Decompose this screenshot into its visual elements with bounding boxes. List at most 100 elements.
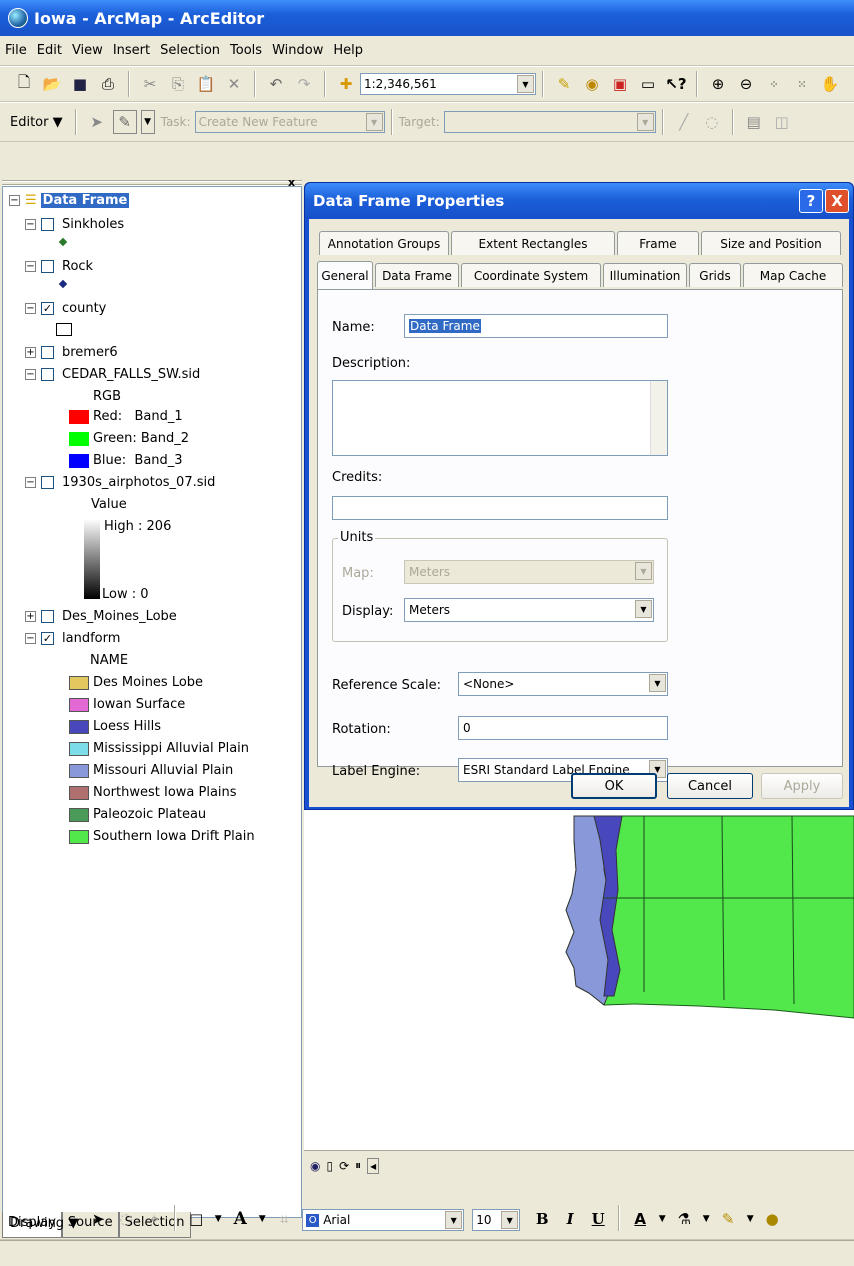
- command-line-icon[interactable]: ▭: [636, 72, 660, 96]
- collapse-icon[interactable]: −: [25, 633, 36, 644]
- collapse-icon[interactable]: −: [25, 219, 36, 230]
- cut-icon[interactable]: ✂: [138, 72, 162, 96]
- bold-button[interactable]: B: [530, 1207, 554, 1231]
- italic-button[interactable]: I: [558, 1207, 582, 1231]
- data-frame-label[interactable]: Data Frame: [40, 193, 130, 208]
- menu-help[interactable]: Help: [328, 43, 368, 58]
- refresh-icon[interactable]: ⟳: [339, 1159, 349, 1173]
- menu-selection[interactable]: Selection: [155, 43, 225, 58]
- chevron-down-icon[interactable]: ▼: [256, 1207, 268, 1231]
- reference-scale-combo[interactable]: <None> ▼: [458, 672, 668, 696]
- chevron-down-icon[interactable]: ▼: [517, 75, 534, 93]
- collapse-icon[interactable]: −: [25, 369, 36, 380]
- new-document-icon[interactable]: 🗋: [12, 72, 36, 96]
- layout-view-icon[interactable]: ▯: [326, 1159, 333, 1173]
- marker-color-icon[interactable]: ●: [760, 1207, 784, 1231]
- fixed-zoom-in-icon[interactable]: ⁘: [762, 72, 786, 96]
- tab-grids[interactable]: Grids: [689, 263, 741, 287]
- tab-size-and-position[interactable]: Size and Position: [701, 231, 841, 255]
- fill-color-icon[interactable]: ⚗: [672, 1207, 696, 1231]
- display-units-combo[interactable]: Meters ▼: [404, 598, 654, 622]
- layer-checkbox-checked[interactable]: ✓: [41, 632, 54, 645]
- scroll-left-icon[interactable]: ◂: [367, 1157, 380, 1174]
- font-size-combo[interactable]: 10 ▼: [472, 1209, 521, 1231]
- layer-row[interactable]: − CEDAR_FALLS_SW.sid: [25, 367, 200, 382]
- menu-insert[interactable]: Insert: [108, 43, 155, 58]
- layer-row[interactable]: + Des_Moines_Lobe: [25, 609, 177, 624]
- help-icon[interactable]: ?: [799, 189, 823, 213]
- tab-annotation-groups[interactable]: Annotation Groups: [319, 231, 449, 255]
- save-icon[interactable]: ■: [68, 72, 92, 96]
- description-field[interactable]: [332, 380, 668, 456]
- layer-checkbox[interactable]: [41, 260, 54, 273]
- sketch-properties-icon[interactable]: ◫: [770, 110, 794, 134]
- arccatalog-icon[interactable]: ◉: [580, 72, 604, 96]
- chevron-down-icon[interactable]: ▼: [649, 674, 666, 692]
- underline-button[interactable]: U: [586, 1207, 610, 1231]
- chevron-down-icon[interactable]: ▼: [636, 113, 654, 131]
- editor-menu[interactable]: Editor ▼: [10, 115, 63, 130]
- zoom-to-selected-icon[interactable]: ⌖: [142, 1207, 166, 1231]
- menu-tools[interactable]: Tools: [225, 43, 267, 58]
- map-units-combo[interactable]: Meters ▼: [404, 560, 654, 584]
- tab-frame[interactable]: Frame: [617, 231, 699, 255]
- select-elements-icon[interactable]: ➤: [86, 1207, 110, 1231]
- data-view-icon[interactable]: ◉: [310, 1159, 320, 1173]
- layer-row[interactable]: − ✓ county: [25, 301, 106, 316]
- layer-checkbox[interactable]: [41, 610, 54, 623]
- expand-icon[interactable]: +: [25, 611, 36, 622]
- rotate-tool-icon[interactable]: ◌: [700, 110, 724, 134]
- name-field[interactable]: Data Frame: [404, 314, 668, 338]
- add-data-icon[interactable]: ✚: [334, 72, 358, 96]
- undo-icon[interactable]: ↶: [264, 72, 288, 96]
- tab-coordinate-system[interactable]: Coordinate System: [461, 263, 601, 287]
- menu-edit[interactable]: Edit: [32, 43, 67, 58]
- description-scrollbar[interactable]: [650, 381, 667, 455]
- font-combo[interactable]: O Arial ▼: [302, 1209, 465, 1231]
- paste-icon[interactable]: 📋: [194, 72, 218, 96]
- chevron-down-icon[interactable]: ▼: [656, 1207, 668, 1231]
- tab-illumination[interactable]: Illumination: [603, 263, 687, 287]
- ok-button[interactable]: OK: [571, 773, 657, 799]
- collapse-icon[interactable]: −: [25, 477, 36, 488]
- menu-file[interactable]: File: [0, 43, 32, 58]
- tab-data-frame[interactable]: Data Frame: [375, 263, 459, 287]
- chevron-down-icon[interactable]: ▼: [635, 600, 652, 618]
- credits-field[interactable]: [332, 496, 668, 520]
- map-scale-combo[interactable]: 1:2,346,561 ▼: [360, 73, 536, 95]
- layer-row[interactable]: − Sinkholes: [25, 217, 124, 232]
- collapse-icon[interactable]: −: [25, 261, 36, 272]
- zoom-out-icon[interactable]: ⊖: [734, 72, 758, 96]
- editor-toolbar-icon[interactable]: ✎: [552, 72, 576, 96]
- sketch-tool-icon[interactable]: ✎: [112, 110, 137, 134]
- tab-map-cache[interactable]: Map Cache: [743, 263, 843, 287]
- pan-icon[interactable]: ✋: [818, 72, 842, 96]
- tab-general[interactable]: General: [317, 261, 373, 289]
- layer-checkbox[interactable]: [41, 218, 54, 231]
- text-icon[interactable]: A: [228, 1207, 252, 1231]
- layer-row[interactable]: − Rock: [25, 259, 93, 274]
- menu-view[interactable]: View: [67, 43, 108, 58]
- edit-tool-icon[interactable]: ➤: [85, 110, 109, 134]
- map-display[interactable]: [304, 810, 854, 1150]
- toc-grip[interactable]: [2, 178, 302, 186]
- whats-this-icon[interactable]: ↖?: [664, 72, 688, 96]
- layer-checkbox[interactable]: [41, 476, 54, 489]
- open-folder-icon[interactable]: 📂: [40, 72, 64, 96]
- expand-icon[interactable]: +: [25, 347, 36, 358]
- data-frame-row[interactable]: − ☰ Data Frame: [9, 193, 130, 208]
- task-combo[interactable]: Create New Feature ▼: [194, 111, 385, 133]
- line-color-icon[interactable]: ✎: [716, 1207, 740, 1231]
- layer-checkbox[interactable]: [41, 346, 54, 359]
- copy-icon[interactable]: ⎘: [166, 72, 190, 96]
- rotate-icon[interactable]: ◌: [114, 1207, 138, 1231]
- chevron-down-icon[interactable]: ▼: [140, 110, 155, 134]
- cancel-button[interactable]: Cancel: [667, 773, 753, 799]
- chevron-down-icon[interactable]: ▼: [445, 1211, 463, 1229]
- target-combo[interactable]: ▼: [443, 111, 656, 133]
- chevron-down-icon[interactable]: ▼: [365, 113, 383, 131]
- tab-extent-rectangles[interactable]: Extent Rectangles: [451, 231, 615, 255]
- font-color-icon[interactable]: A: [628, 1207, 652, 1231]
- drawing-menu[interactable]: Drawing ▼: [10, 1216, 78, 1231]
- fixed-zoom-out-icon[interactable]: ⁙: [790, 72, 814, 96]
